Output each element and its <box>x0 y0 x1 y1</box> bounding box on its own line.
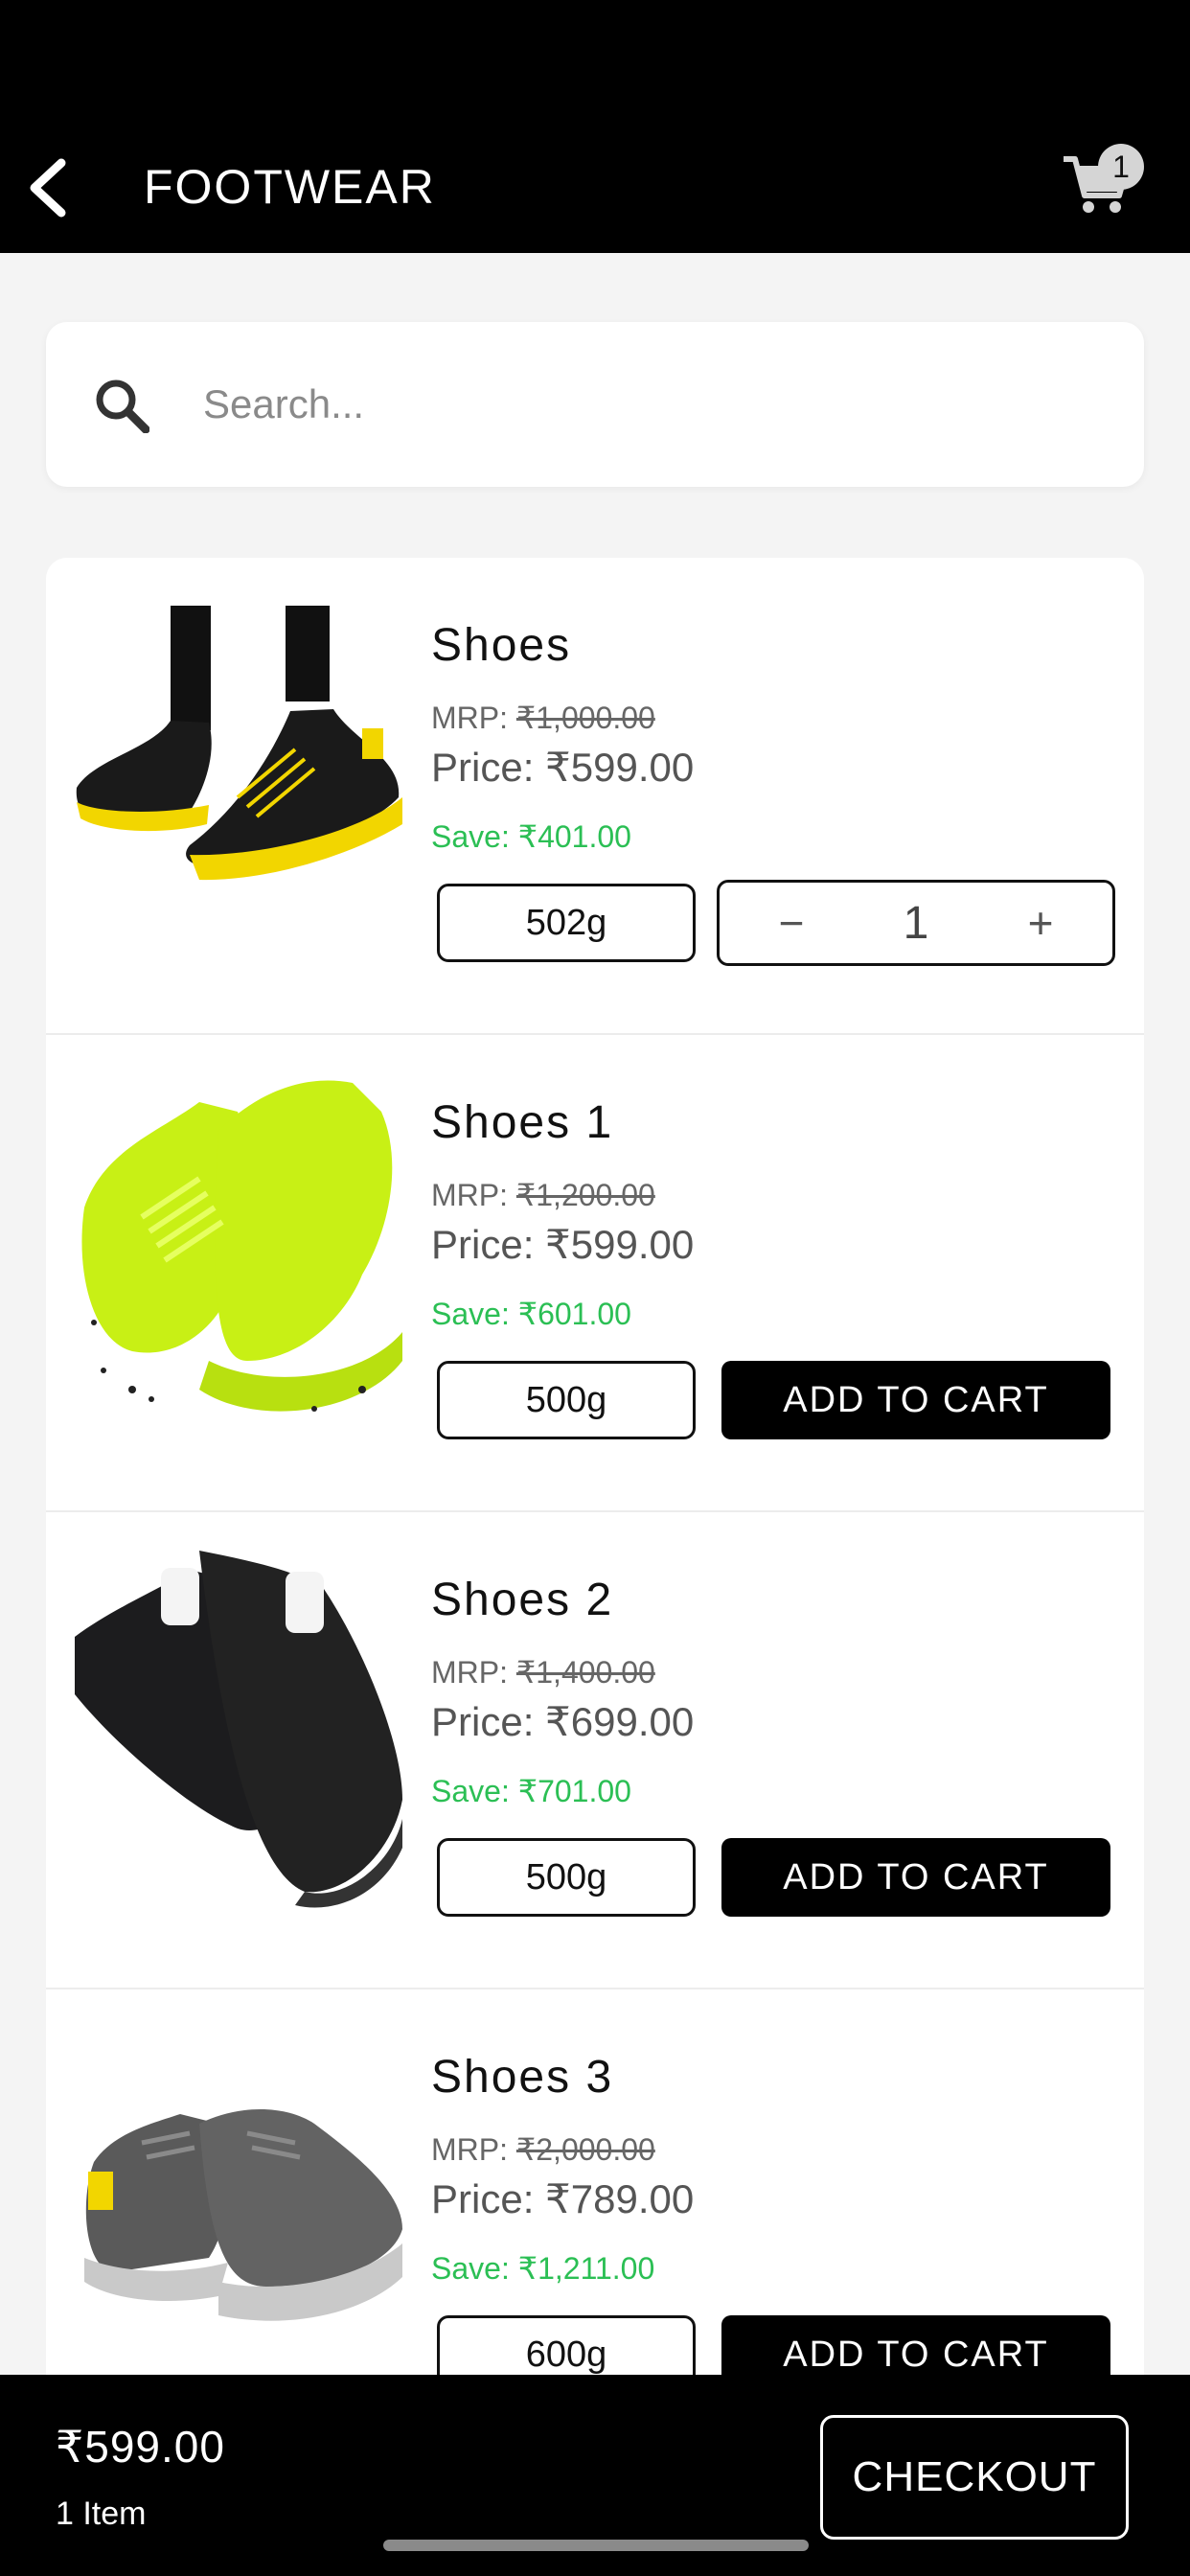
product-name: Shoes 3 <box>431 2052 614 2103</box>
product-card[interactable]: Shoes 1 MRP: ₹1,200.00 Price: ₹599.00 Sa… <box>46 1035 1144 1512</box>
save-text: Save: ₹701.00 <box>431 1774 631 1808</box>
mrp-text: MRP: ₹1,200.00 <box>431 1177 655 1213</box>
cart-item-count: 1 Item <box>56 2496 147 2532</box>
mrp-text: MRP: ₹1,000.00 <box>431 700 655 736</box>
product-image <box>81 1080 402 1412</box>
price-text: Price: ₹599.00 <box>431 745 695 790</box>
mrp-value: ₹1,000.00 <box>515 701 655 735</box>
product-name: Shoes 1 <box>431 1097 614 1148</box>
weight-selector[interactable]: 600g <box>437 2315 696 2379</box>
mrp-value: ₹1,200.00 <box>515 1178 655 1212</box>
weight-selector[interactable]: 500g <box>437 1361 696 1439</box>
home-indicator[interactable] <box>383 2540 809 2551</box>
product-card[interactable]: Shoes 2 MRP: ₹1,400.00 Price: ₹699.00 Sa… <box>46 1512 1144 1990</box>
search-icon <box>96 380 149 433</box>
product-name: Shoes 2 <box>431 1575 614 1625</box>
weight-selector[interactable]: 502g <box>437 884 696 962</box>
mrp-label: MRP: <box>431 701 508 735</box>
mrp-text: MRP: ₹1,400.00 <box>431 1654 655 1690</box>
add-to-cart-button[interactable]: ADD TO CART <box>721 1361 1110 1439</box>
product-card[interactable]: Shoes MRP: ₹1,000.00 Price: ₹599.00 Save… <box>46 558 1144 1035</box>
weight-selector[interactable]: 500g <box>437 1838 696 1917</box>
checkout-button[interactable]: CHECKOUT <box>820 2415 1129 2540</box>
mrp-text: MRP: ₹2,000.00 <box>431 2131 655 2168</box>
add-to-cart-button[interactable]: ADD TO CART <box>721 1838 1110 1917</box>
plus-icon: + <box>1027 898 1054 948</box>
product-list: Shoes MRP: ₹1,000.00 Price: ₹599.00 Save… <box>46 558 1144 2379</box>
screen: FOOTWEAR 1 Search... Shoes MRP: ₹1,000.0… <box>0 0 1190 2576</box>
product-image <box>76 606 402 881</box>
cart-count-badge: 1 <box>1098 144 1144 190</box>
price-text: Price: ₹789.00 <box>431 2176 695 2221</box>
price-text: Price: ₹699.00 <box>431 1699 695 1744</box>
product-image <box>75 1551 402 1908</box>
save-text: Save: ₹401.00 <box>431 819 631 854</box>
price-text: Price: ₹599.00 <box>431 1222 695 1267</box>
decrement-button[interactable]: − <box>758 892 825 954</box>
mrp-label: MRP: <box>431 1655 508 1690</box>
save-text: Save: ₹601.00 <box>431 1297 631 1331</box>
mrp-value: ₹1,400.00 <box>515 1655 655 1690</box>
mrp-value: ₹2,000.00 <box>515 2132 655 2167</box>
app-header: FOOTWEAR 1 <box>0 0 1190 253</box>
back-arrow-icon <box>30 158 66 218</box>
quantity-stepper: − 1 + <box>717 880 1115 966</box>
product-card[interactable]: Shoes 3 MRP: ₹2,000.00 Price: ₹789.00 Sa… <box>46 1990 1144 2379</box>
search-input[interactable] <box>203 360 1104 448</box>
checkout-bar: ₹599.00 1 Item CHECKOUT <box>0 2375 1190 2576</box>
back-button[interactable] <box>19 153 77 222</box>
mrp-label: MRP: <box>431 2132 508 2167</box>
search-bar <box>46 322 1144 487</box>
mrp-label: MRP: <box>431 1178 508 1212</box>
cart-total: ₹599.00 <box>56 2422 225 2472</box>
save-text: Save: ₹1,211.00 <box>431 2251 655 2286</box>
add-to-cart-button[interactable]: ADD TO CART <box>721 2315 1110 2379</box>
minus-icon: − <box>778 898 805 948</box>
quantity-value: 1 <box>903 897 929 949</box>
product-name: Shoes <box>431 620 572 671</box>
page-title: FOOTWEAR <box>144 160 436 214</box>
increment-button[interactable]: + <box>1007 892 1074 954</box>
product-image <box>84 2109 402 2321</box>
